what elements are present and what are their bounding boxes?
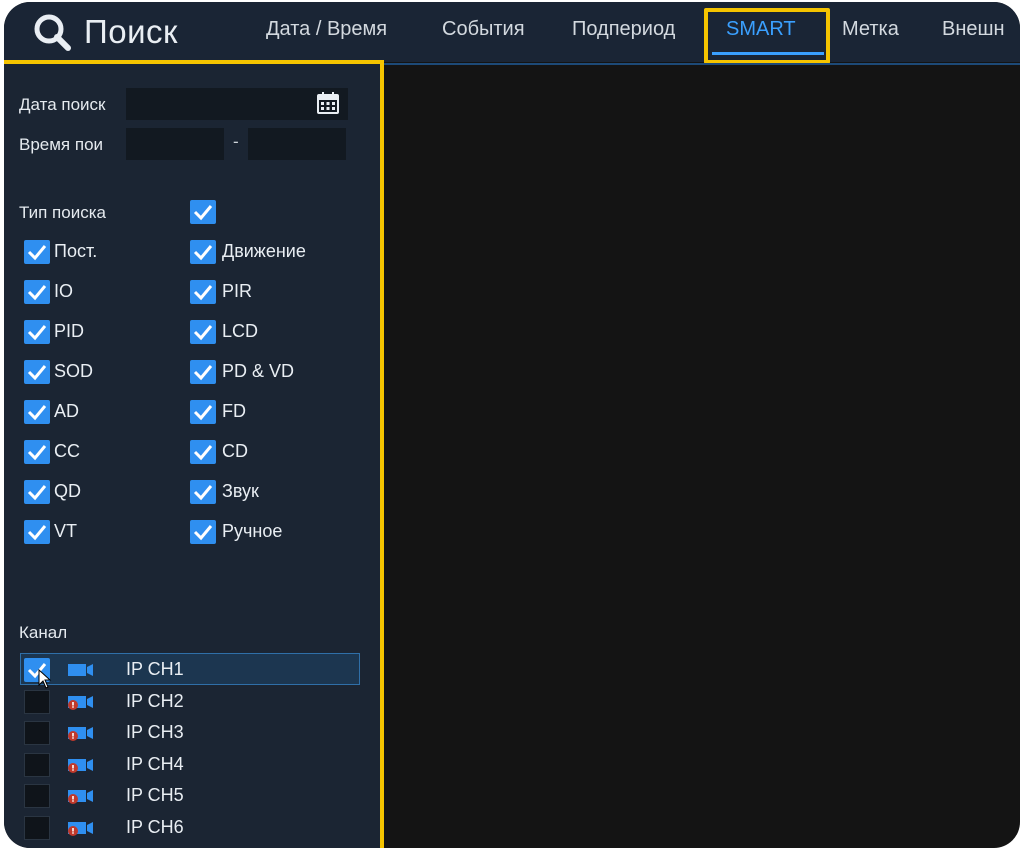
top-bar-divider [384, 63, 1020, 65]
tab-external[interactable]: Внешн [942, 18, 1005, 41]
tab-date-time[interactable]: Дата / Время [266, 18, 387, 41]
app-window: Поиск Дата / Время События Подпериод SMA… [4, 2, 1020, 848]
tab-smart-highlight [704, 8, 830, 64]
mouse-cursor-icon [38, 669, 52, 689]
tab-subperiod[interactable]: Подпериод [572, 18, 675, 41]
page-title-text: Поиск [84, 13, 178, 50]
tab-tag[interactable]: Метка [842, 18, 899, 41]
search-icon [34, 14, 71, 51]
tab-events[interactable]: События [442, 18, 525, 41]
page-title: Поиск [32, 8, 178, 56]
search-panel-highlight [4, 60, 384, 848]
top-bar: Поиск Дата / Время События Подпериод SMA… [4, 2, 1020, 62]
